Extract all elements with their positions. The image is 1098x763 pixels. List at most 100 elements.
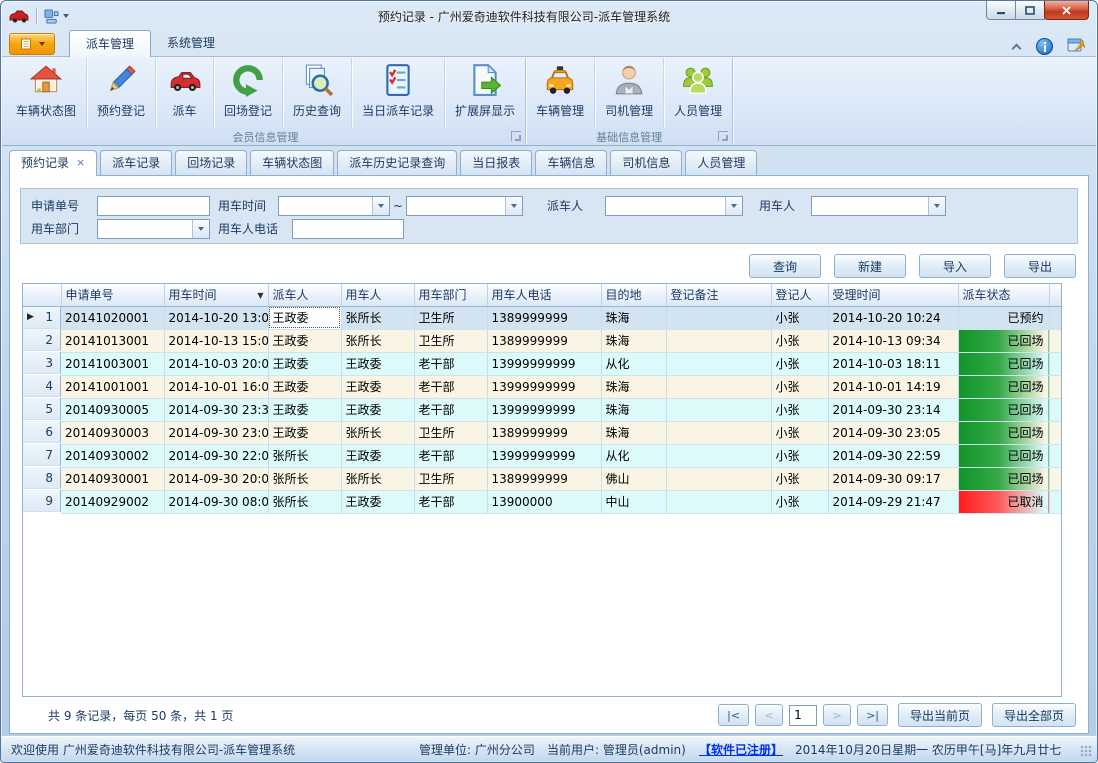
cell-dept[interactable]: 老干部 [414,352,487,375]
cell-destination[interactable]: 珠海 [601,306,666,329]
cell-accept-time[interactable]: 2014-09-30 23:14 [828,398,958,421]
use-time-to-combo[interactable] [406,196,523,216]
maximize-button[interactable] [1015,1,1045,20]
cell-order-no[interactable]: 20140930003 [61,421,164,444]
cell-dispatcher[interactable]: 张所长 [268,490,341,513]
document-tab[interactable]: 车辆状态图 [250,150,334,175]
license-link[interactable]: 【软件已注册】 [699,741,783,758]
cell-user[interactable]: 王政委 [341,398,414,421]
cell-user[interactable]: 张所长 [341,421,414,444]
cell-dispatcher[interactable]: 王政委 [268,352,341,375]
ribbon-button[interactable]: 预约登记 [86,58,155,128]
column-header[interactable]: 用车人 [341,284,414,306]
cell-phone[interactable]: 13999999999 [487,444,601,467]
last-page-button[interactable]: >| [857,704,888,726]
ribbon-button[interactable]: 车辆状态图 [6,58,86,128]
cell-accept-time[interactable]: 2014-09-30 09:17 [828,467,958,490]
document-tab[interactable]: 派车记录 [100,150,172,175]
cell-dispatcher[interactable]: 王政委 [268,375,341,398]
action-button[interactable]: 查询 [749,254,821,278]
page-number-input[interactable] [789,705,817,726]
cell-destination[interactable]: 从化 [601,352,666,375]
dept-combo[interactable] [97,219,210,239]
minimize-button[interactable] [986,1,1016,20]
cell-accept-time[interactable]: 2014-10-20 10:24 [828,306,958,329]
cell-user[interactable]: 王政委 [341,352,414,375]
cell-order-no[interactable]: 20141001001 [61,375,164,398]
cell-dispatcher[interactable]: 张所长 [268,467,341,490]
cell-dispatch-status[interactable]: 已回场 [958,329,1049,352]
cell-dept[interactable]: 老干部 [414,375,487,398]
export-current-page-button[interactable]: 导出当前页 [898,703,982,727]
cell-remark[interactable] [666,490,771,513]
cell-use-time[interactable]: 2014-09-30 20:00 [164,467,268,490]
column-header[interactable] [23,284,61,306]
next-page-button[interactable]: > [823,704,851,726]
cell-remark[interactable] [666,306,771,329]
cell-destination[interactable]: 珠海 [601,398,666,421]
cell-user[interactable]: 张所长 [341,306,414,329]
cell-destination[interactable]: 珠海 [601,329,666,352]
action-button[interactable]: 新建 [834,254,906,278]
dialog-launcher-icon[interactable] [511,131,521,141]
ribbon-button[interactable]: 车辆管理 [526,58,594,128]
cell-dispatch-status[interactable]: 已回场 [958,444,1049,467]
column-header[interactable]: 用车人电话 [487,284,601,306]
chevron-down-icon[interactable] [725,197,742,215]
filter-arrow-icon[interactable]: ▼ [257,291,263,300]
column-header[interactable] [1049,284,1061,306]
cell-use-time[interactable]: 2014-10-13 15:00 [164,329,268,352]
cell-registrar[interactable]: 小张 [771,421,828,444]
chevron-down-icon[interactable] [372,197,389,215]
cell-dept[interactable]: 卫生所 [414,467,487,490]
table-row[interactable]: 8 20140930001 2014-09-30 20:00 张所长 张所长 卫… [23,467,1061,490]
cell-user[interactable]: 张所长 [341,329,414,352]
cell-order-no[interactable]: 20141020001 [61,306,164,329]
row-header[interactable]: 4 [23,375,61,397]
cell-dispatch-status[interactable]: 已取消 [958,490,1049,513]
cell-phone[interactable]: 13999999999 [487,352,601,375]
column-header[interactable]: 派车状态 [958,284,1049,306]
first-page-button[interactable]: |< [718,704,749,726]
row-header[interactable]: ▶1 [23,307,61,329]
cell-phone[interactable]: 13999999999 [487,375,601,398]
ribbon-button[interactable]: 回场登记 [213,58,282,128]
table-row[interactable]: 2 20141013001 2014-10-13 15:00 王政委 张所长 卫… [23,329,1061,352]
cell-dept[interactable]: 卫生所 [414,306,487,329]
ribbon-tab[interactable]: 系统管理 [151,30,231,56]
document-tab[interactable]: 人员管理 [685,150,757,175]
ribbon-tab[interactable]: 派车管理 [69,30,151,57]
cell-order-no[interactable]: 20140930001 [61,467,164,490]
table-row[interactable]: 6 20140930003 2014-09-30 23:00 王政委 张所长 卫… [23,421,1061,444]
cell-registrar[interactable]: 小张 [771,490,828,513]
cell-dispatcher[interactable]: 王政委 [268,421,341,444]
cell-use-time[interactable]: 2014-10-01 16:00 [164,375,268,398]
cell-accept-time[interactable]: 2014-09-29 21:47 [828,490,958,513]
cell-use-time[interactable]: 2014-10-03 20:00 [164,352,268,375]
about-icon[interactable] [1067,37,1085,55]
application-menu-button[interactable] [9,33,55,55]
cell-remark[interactable] [666,421,771,444]
cell-user[interactable]: 王政委 [341,375,414,398]
document-tab[interactable]: 司机信息 [610,150,682,175]
info-icon[interactable] [1036,38,1053,55]
table-row[interactable]: 7 20140930002 2014-09-30 22:00 张所长 王政委 老… [23,444,1061,467]
ribbon-button[interactable]: 司机管理 [594,58,663,128]
document-tab[interactable]: 车辆信息 [535,150,607,175]
column-header[interactable]: 用车时间 ▼ [164,284,268,306]
cell-dispatch-status[interactable]: 已预约 [958,306,1049,329]
column-header[interactable]: 用车部门 [414,284,487,306]
export-all-pages-button[interactable]: 导出全部页 [992,703,1076,727]
column-header[interactable]: 登记人 [771,284,828,306]
ribbon-button[interactable]: 派车 [155,58,213,128]
cell-destination[interactable]: 佛山 [601,467,666,490]
cell-order-no[interactable]: 20140930005 [61,398,164,421]
chevron-down-icon[interactable] [505,197,522,215]
cell-dept[interactable]: 老干部 [414,444,487,467]
ribbon-button[interactable]: 历史查询 [282,58,351,128]
column-header[interactable]: 登记备注 [666,284,771,306]
cell-dispatch-status[interactable]: 已回场 [958,421,1049,444]
column-header[interactable]: 受理时间 [828,284,958,306]
cell-user[interactable]: 王政委 [341,444,414,467]
action-button[interactable]: 导出 [1004,254,1076,278]
